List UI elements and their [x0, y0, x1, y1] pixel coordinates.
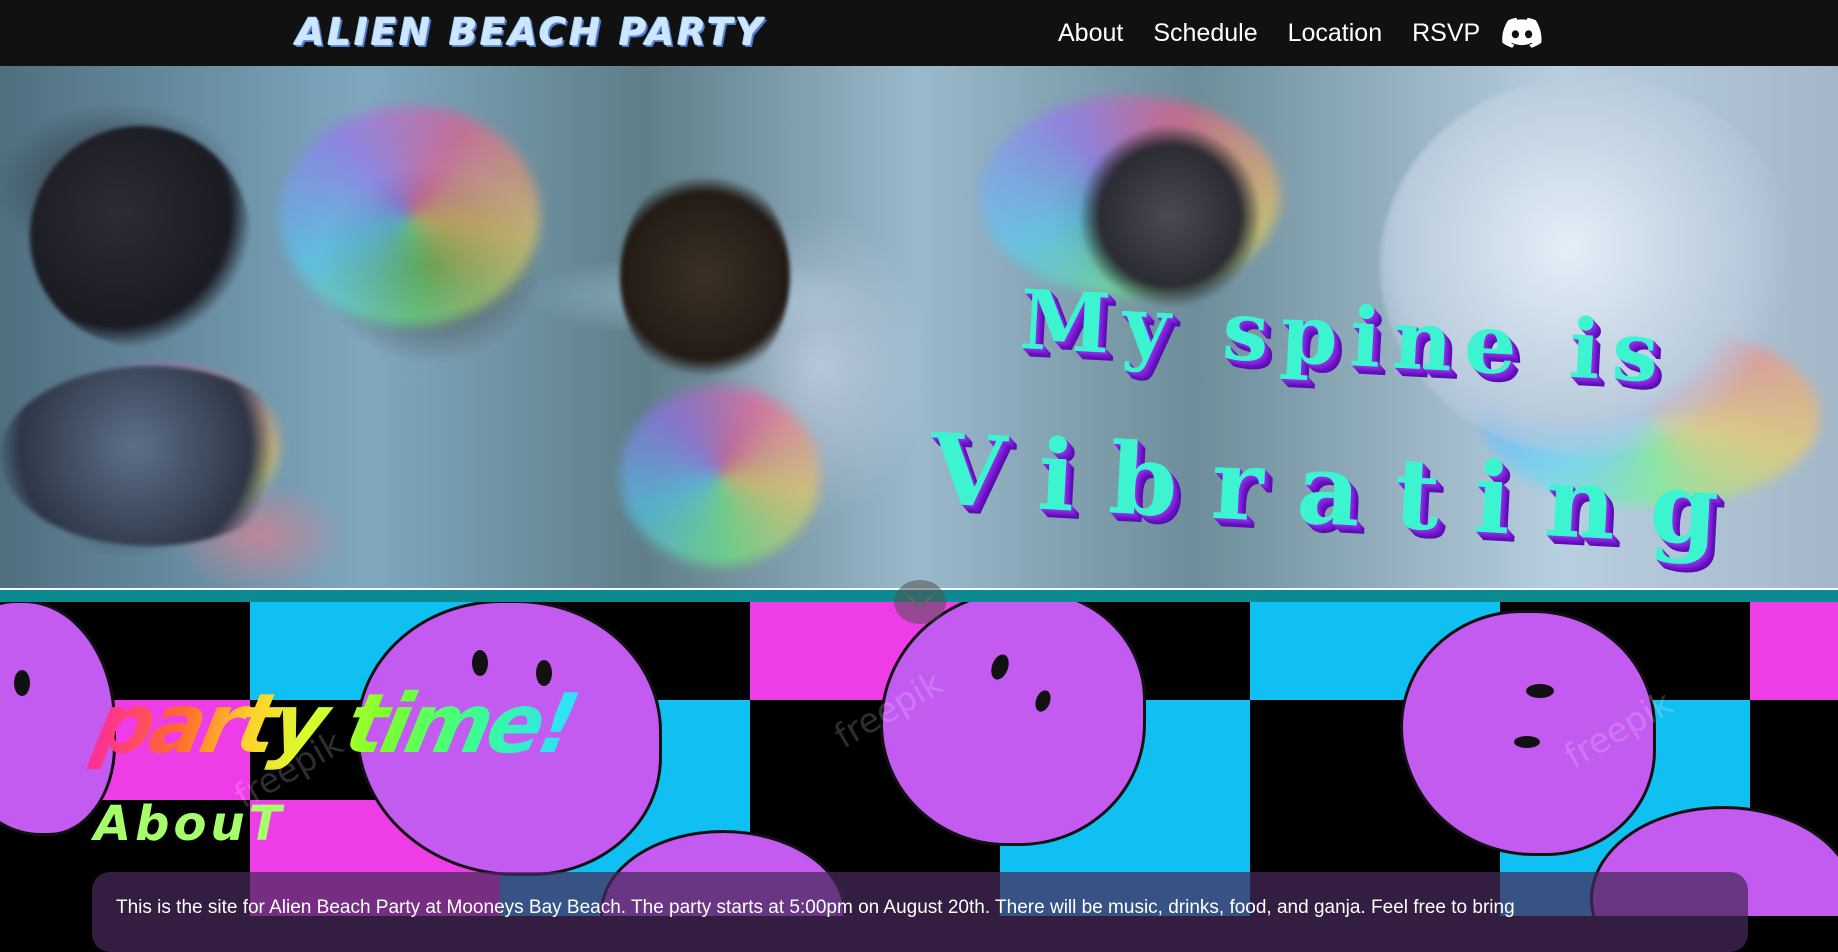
- smiley-eye: [1526, 684, 1554, 698]
- hero-chrome-blob: [0, 366, 300, 546]
- smiley-eye: [14, 670, 30, 696]
- hero-chrome-blob: [620, 166, 790, 386]
- chevron-down-icon: [907, 595, 933, 609]
- nav-link-location[interactable]: Location: [1288, 19, 1383, 48]
- hero-banner: My spine is Vibrating: [0, 66, 1838, 588]
- smiley-eye: [1514, 736, 1540, 748]
- party-time-heading: party time!: [86, 677, 584, 772]
- hero-rainbow-swirl: [620, 386, 820, 566]
- hero-chrome-blob: [30, 126, 250, 346]
- nav-link-schedule[interactable]: Schedule: [1153, 19, 1257, 48]
- discord-icon[interactable]: [1502, 17, 1542, 49]
- smiley-eye: [472, 650, 488, 676]
- checker-cell: [1750, 600, 1838, 700]
- site-brand[interactable]: ALIEN BEACH PARTY: [296, 10, 765, 56]
- nav-links: About Schedule Location RSVP: [1058, 14, 1510, 52]
- nav-link-rsvp[interactable]: RSVP: [1412, 19, 1480, 48]
- scroll-down-button[interactable]: [894, 580, 946, 624]
- hero-rainbow-swirl: [280, 106, 540, 326]
- nav-link-about[interactable]: About: [1058, 19, 1123, 48]
- hero-chrome-blob: [1380, 76, 1800, 456]
- checker-cell: [1750, 700, 1838, 800]
- about-section-title: AbouT: [94, 796, 286, 852]
- melting-smiley: [880, 600, 1146, 846]
- top-navbar: ALIEN BEACH PARTY About Schedule Locatio…: [0, 0, 1838, 66]
